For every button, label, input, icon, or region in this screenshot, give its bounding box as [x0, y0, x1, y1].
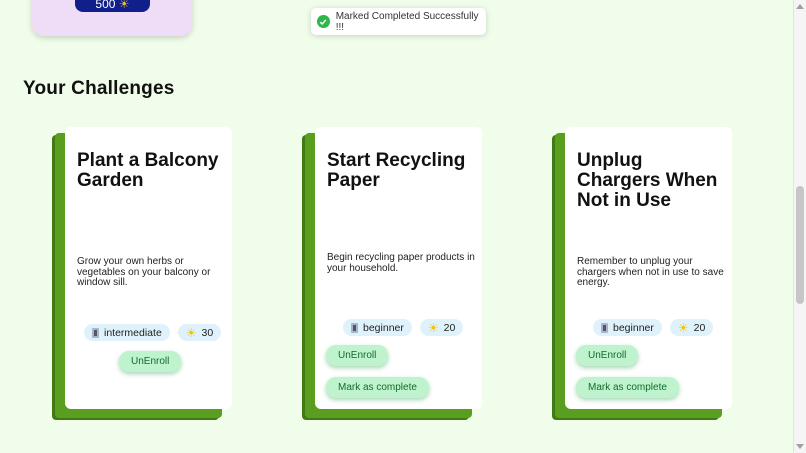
level-label: beginner: [363, 321, 404, 334]
sun-icon: ☀: [118, 0, 130, 11]
challenge-description: Remember to unplug your chargers when no…: [577, 256, 724, 288]
challenge-card: Plant a Balcony Garden Grow your own her…: [52, 127, 235, 427]
points-label: 20: [693, 321, 706, 334]
mark-complete-button[interactable]: Mark as complete: [576, 377, 679, 398]
sun-icon: ☀: [427, 320, 439, 335]
points-label: 30: [201, 326, 214, 339]
success-toast: Marked Completed Successfully !!!: [311, 8, 486, 35]
scroll-up-arrow-icon[interactable]: [796, 4, 804, 9]
challenge-description: Grow your own herbs or vegetables on you…: [77, 256, 211, 288]
points-badge: ☀ 20: [669, 319, 714, 336]
level-badge: intermediate: [84, 324, 170, 341]
level-label: beginner: [613, 321, 654, 334]
level-icon: [601, 322, 608, 333]
mark-complete-button[interactable]: Mark as complete: [326, 377, 429, 398]
challenge-badges: beginner ☀ 20: [343, 319, 464, 336]
challenge-card-body: Start Recycling Paper Begin recycling pa…: [315, 127, 482, 409]
challenge-title: Start Recycling Paper: [327, 150, 466, 191]
scroll-down-arrow-icon[interactable]: [796, 444, 804, 449]
level-icon: [351, 322, 358, 333]
sun-icon: ☀: [185, 325, 197, 340]
check-circle-icon: [317, 15, 330, 28]
level-badge: beginner: [343, 319, 412, 336]
points-badge: ☀ 20: [419, 319, 464, 336]
level-label: intermediate: [104, 326, 162, 339]
points-label: 20: [443, 321, 456, 334]
unenroll-button[interactable]: UnEnroll: [576, 345, 639, 366]
challenge-card-body: Unplug Chargers When Not in Use Remember…: [565, 127, 732, 409]
challenge-card: Start Recycling Paper Begin recycling pa…: [302, 127, 485, 427]
challenge-title: Unplug Chargers When Not in Use: [577, 150, 718, 211]
challenge-badges: beginner ☀ 20: [593, 319, 714, 336]
level-icon: [92, 327, 99, 338]
vertical-scrollbar[interactable]: [793, 0, 806, 453]
challenge-title: Plant a Balcony Garden: [77, 150, 219, 191]
scrollbar-thumb[interactable]: [796, 186, 804, 304]
unenroll-button[interactable]: UnEnroll: [119, 351, 182, 372]
level-badge: beginner: [593, 319, 662, 336]
points-pill: 500 ☀: [75, 0, 150, 12]
challenge-card-body: Plant a Balcony Garden Grow your own her…: [65, 127, 232, 409]
points-badge: ☀ 30: [177, 324, 222, 341]
section-title: Your Challenges: [23, 78, 175, 99]
challenge-badges: intermediate ☀ 30: [84, 324, 222, 341]
points-value: 500: [95, 0, 116, 11]
profile-card: 500 ☀: [32, 0, 192, 36]
toast-message: Marked Completed Successfully !!!: [335, 10, 479, 33]
unenroll-button[interactable]: UnEnroll: [326, 345, 389, 366]
challenge-description: Begin recycling paper products in your h…: [327, 252, 475, 274]
challenge-card: Unplug Chargers When Not in Use Remember…: [552, 127, 735, 427]
sun-icon: ☀: [677, 320, 689, 335]
